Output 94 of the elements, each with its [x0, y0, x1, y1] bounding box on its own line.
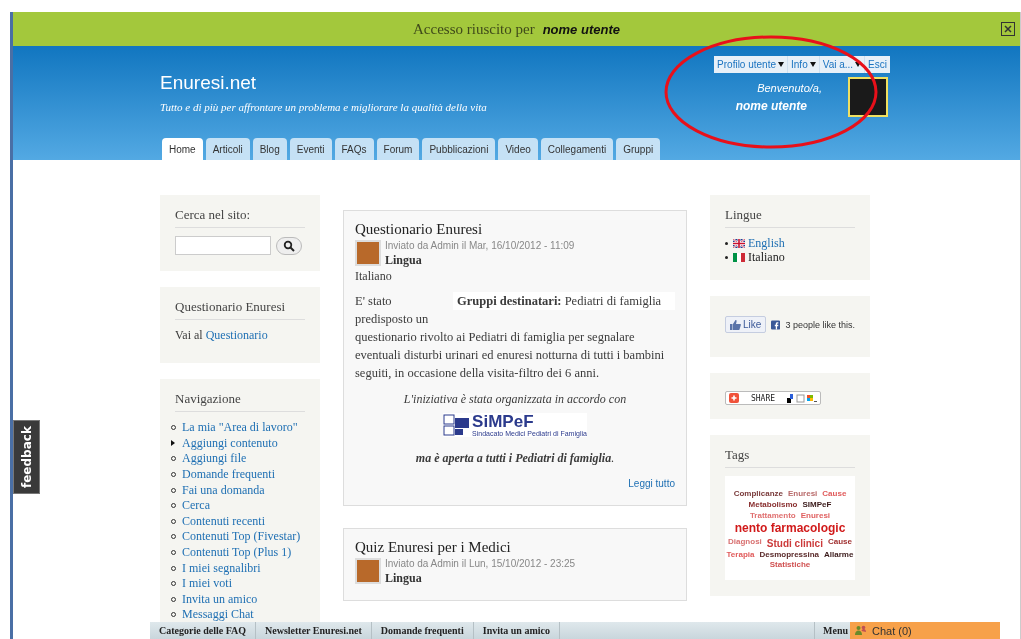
- toolbar-link[interactable]: Invita un amico: [473, 622, 560, 639]
- tag-link[interactable]: Cause: [822, 490, 847, 499]
- tag-link[interactable]: Cause: [827, 537, 852, 549]
- block-title: Navigazione: [175, 391, 305, 412]
- language-link[interactable]: English: [748, 235, 785, 251]
- nav-tab[interactable]: FAQs: [334, 138, 374, 160]
- article-meta: Inviato da Admin il Mar, 16/10/2012 - 11:09: [385, 240, 575, 251]
- article-meta: Inviato da Admin il Lun, 15/10/2012 - 23:25: [385, 558, 576, 569]
- toolbar-link[interactable]: Domande frequenti: [371, 622, 474, 639]
- navigation-link[interactable]: Contenuti Top (Fivestar): [182, 529, 301, 545]
- block-title: Tags: [725, 447, 855, 468]
- facebook-icon: [771, 318, 781, 331]
- nav-tab[interactable]: Eventi: [289, 138, 332, 160]
- tag-link[interactable]: Enuresi: [788, 490, 818, 499]
- feedback-tab[interactable]: feedback: [13, 420, 40, 494]
- nav-tab[interactable]: Home: [162, 138, 203, 160]
- navigation-link[interactable]: Cerca: [182, 498, 210, 514]
- block-title: Lingue: [725, 207, 855, 228]
- block-text: Vai al: [175, 328, 203, 342]
- read-more-link[interactable]: Leggi tutto: [628, 478, 675, 489]
- block-title: Cerca nel sito:: [175, 207, 305, 228]
- nav-tab[interactable]: Gruppi: [616, 138, 661, 160]
- tag-link[interactable]: Studi clinici: [766, 537, 823, 549]
- nav-tab[interactable]: Articoli: [205, 138, 250, 160]
- tag-link[interactable]: Statistiche: [769, 561, 811, 571]
- user-menu-button[interactable]: Esci: [865, 56, 890, 73]
- collapsed-arrow-icon: [171, 440, 175, 447]
- search-icon: [283, 239, 295, 252]
- tag-link[interactable]: Metabolismo: [748, 500, 798, 510]
- user-menu-button[interactable]: Profilo utente: [714, 56, 787, 73]
- notice-username: nome utente: [542, 21, 620, 37]
- toolbar-link[interactable]: Newsletter Enuresi.net: [256, 622, 372, 639]
- users-icon: [855, 625, 867, 636]
- avatar-placeholder[interactable]: [848, 77, 888, 117]
- tag-link[interactable]: Trattamento: [749, 511, 796, 521]
- welcome-username: nome utente: [735, 99, 807, 113]
- navigation-link[interactable]: I miei segnalibri: [182, 560, 261, 576]
- tag-link[interactable]: Diagnosi: [728, 537, 762, 549]
- chat-button[interactable]: Chat (0): [850, 622, 1000, 639]
- article-title[interactable]: Questionario Enuresi: [355, 221, 675, 238]
- login-notice: Accesso riuscito per: [413, 20, 535, 38]
- article-body: questionario rivolto ai Pediatri di famiglia per segnalare eventuali disturbi urinari ed enuresi notturna di tutti i bambini seguiti, in occasione della visita-filtro dei 6 anni.: [355, 329, 666, 382]
- tag-link[interactable]: nento farmacologic: [734, 522, 846, 536]
- tag-link[interactable]: Allarme: [824, 550, 854, 560]
- navigation-link[interactable]: Aggiungi file: [182, 451, 247, 467]
- navigation-link[interactable]: I miei voti: [182, 576, 232, 592]
- field-value: Italiano: [355, 269, 393, 284]
- questionnaire-link[interactable]: Questionario: [205, 328, 268, 342]
- welcome-greeting: Benvenuto/a,: [757, 82, 822, 94]
- nav-tab[interactable]: Pubblicazioni: [422, 138, 496, 160]
- navigation-link[interactable]: La mia "Area di lavoro": [182, 420, 298, 436]
- share-button[interactable]: SHARE: [725, 391, 821, 405]
- user-menu-button[interactable]: Vai a...: [819, 56, 865, 73]
- field-label: Lingua: [385, 253, 423, 268]
- navigation-link[interactable]: Domande frequenti: [182, 467, 275, 483]
- tag-link[interactable]: Enuresi: [800, 511, 831, 521]
- like-count: 3 people like this.: [785, 319, 855, 330]
- like-button[interactable]: Like: [725, 316, 767, 333]
- toolbar-link[interactable]: Categorie delle FAQ: [150, 622, 256, 639]
- flag-icon: [733, 238, 745, 248]
- flag-icon: [733, 252, 745, 262]
- article-note: L'iniziativa è stata organizzata in accordo con: [402, 392, 628, 407]
- block-title: Questionario Enuresi: [175, 299, 305, 320]
- navigation-link[interactable]: Messaggi Chat: [182, 607, 254, 623]
- nav-tab[interactable]: Video: [498, 138, 538, 160]
- field-label: Lingua: [385, 571, 423, 586]
- tag-link[interactable]: Desmopressina: [759, 550, 820, 560]
- nav-tab[interactable]: Forum: [376, 138, 420, 160]
- caret-icon: [809, 62, 816, 67]
- navigation-link[interactable]: Contenuti recenti: [182, 513, 265, 529]
- tag-link[interactable]: Terapia: [726, 550, 755, 560]
- navigation-link[interactable]: Contenuti Top (Plus 1): [182, 545, 292, 561]
- author-picture-placeholder: [355, 240, 381, 266]
- thumbs-up-icon: [730, 319, 741, 330]
- search-button[interactable]: [276, 236, 302, 255]
- navigation-link[interactable]: Invita un amico: [182, 591, 258, 607]
- navigation-link[interactable]: Fai una domanda: [182, 482, 265, 498]
- language-link[interactable]: Italiano: [748, 249, 785, 265]
- plus-icon: [729, 393, 739, 403]
- site-name[interactable]: Enuresi.net: [160, 72, 487, 94]
- social-icons-drawing: [787, 393, 817, 403]
- target-groups-field: Gruppi destinatari: Pediatri di famiglia: [453, 292, 675, 310]
- site-slogan: Tutto e di più per affrontare un problema e migliorare la qualità della vita: [160, 101, 487, 113]
- article-closing: ma è aperta a tutti i Pediatri di famiglia.: [414, 451, 616, 466]
- tag-link[interactable]: Complicanze: [733, 490, 783, 499]
- navigation-link[interactable]: Aggiungi contenuto: [182, 435, 278, 451]
- article-title[interactable]: Quiz Enuresi per i Medici: [355, 539, 675, 556]
- author-picture-placeholder: [355, 558, 381, 584]
- search-field[interactable]: [175, 236, 271, 255]
- close-icon[interactable]: [1001, 22, 1015, 36]
- tag-link[interactable]: SIMPeF: [802, 500, 832, 510]
- nav-tab[interactable]: Blog: [252, 138, 287, 160]
- nav-tab[interactable]: Collegamenti: [540, 138, 614, 160]
- user-menu-button[interactable]: Info: [788, 56, 819, 73]
